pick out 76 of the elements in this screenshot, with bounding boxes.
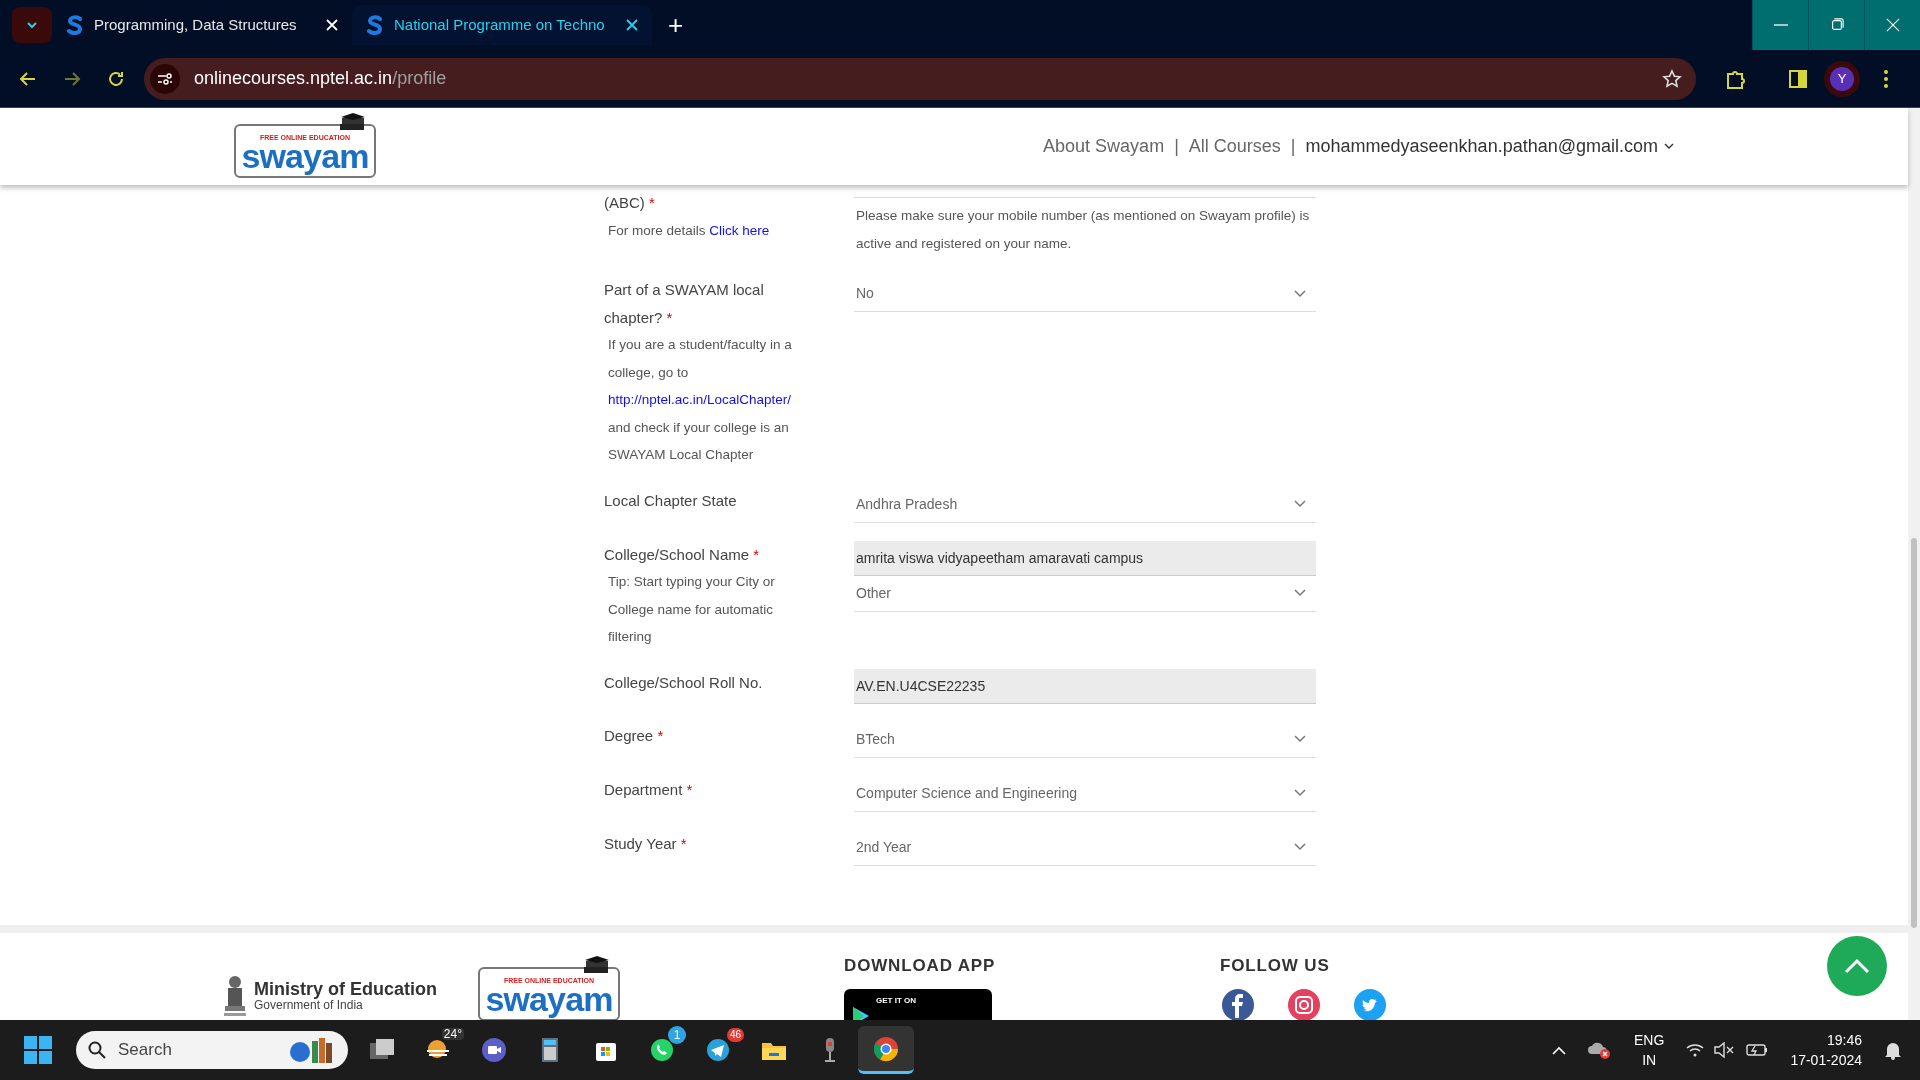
- twitter-icon[interactable]: [1354, 988, 1386, 1020]
- info-note: Please make sure your mobile number (as mentioned on Swayam profile) is active and registered on your name.: [854, 197, 1316, 258]
- scrollbar-thumb[interactable]: [1911, 538, 1917, 928]
- chevron-up-icon: [1844, 958, 1870, 974]
- menu-icon[interactable]: [1884, 69, 1888, 88]
- help-text: For more details Click here: [607, 221, 771, 240]
- close-icon: [1885, 18, 1900, 32]
- emblem-icon: [222, 973, 248, 1018]
- wifi-icon[interactable]: [1686, 1043, 1705, 1057]
- minimize-icon: [1773, 24, 1788, 26]
- site-icon: [366, 15, 384, 35]
- instagram-icon[interactable]: [1288, 988, 1320, 1020]
- chevron-icon: [1294, 843, 1306, 851]
- field-label: Local Chapter State: [604, 490, 738, 511]
- restore-icon: [1829, 18, 1844, 32]
- close-icon[interactable]: [626, 19, 638, 31]
- chrome-icon[interactable]: [858, 1026, 914, 1074]
- search-icon: [88, 1041, 106, 1059]
- help-text: Tip: Start typing your City or College name for automatic filtering: [607, 573, 776, 646]
- field-label: (ABC) *: [604, 193, 656, 213]
- select-field[interactable]: No: [854, 276, 1316, 312]
- start-icon[interactable]: [24, 1036, 52, 1064]
- notification-icon[interactable]: [1884, 1040, 1902, 1060]
- chevron-icon: [1294, 735, 1306, 743]
- section-heading: FOLLOW US: [1220, 955, 1331, 977]
- google-play-badge[interactable]: GET IT ON: [844, 988, 992, 1020]
- select-field[interactable]: Andhra Pradesh: [854, 486, 1316, 523]
- mute-icon[interactable]: [1714, 1042, 1735, 1058]
- field-label: College/School Roll No.: [604, 672, 764, 693]
- section-heading: DOWNLOAD APP: [844, 955, 997, 977]
- profile-avatar[interactable]: Y: [1830, 66, 1854, 91]
- select-field[interactable]: BTech: [854, 721, 1316, 758]
- chevron-icon: [1294, 589, 1306, 597]
- side-panel-icon[interactable]: [1788, 68, 1808, 89]
- site-icon: [66, 15, 84, 35]
- facebook-icon[interactable]: [1222, 988, 1254, 1020]
- chevron-icon: [1664, 143, 1674, 150]
- field-label: Department *: [604, 779, 694, 800]
- help-text: and check if your college is an SWAYAM Local Chapter: [607, 418, 790, 464]
- scroll-to-top-button[interactable]: [1827, 936, 1887, 996]
- field-label: Study Year *: [604, 833, 688, 854]
- help-link[interactable]: Click here: [709, 222, 770, 238]
- nav-link[interactable]: All Courses: [1188, 133, 1281, 160]
- url-text: onlinecourses.nptel.ac.in/profile: [194, 67, 448, 90]
- text-input[interactable]: amrita viswa vidyapeetham amaravati campus: [854, 540, 1316, 576]
- new-tab-button[interactable]: +: [668, 12, 684, 38]
- field-label: Part of a SWAYAM local chapter? *: [604, 280, 765, 328]
- restore-button[interactable]: [1808, 0, 1864, 50]
- select-field[interactable]: 2nd Year: [854, 829, 1316, 866]
- help-link[interactable]: http://nptel.ac.in/LocalChapter/: [608, 386, 792, 414]
- chevron-up-icon[interactable]: [1552, 1045, 1567, 1055]
- nav-separator: |: [1290, 135, 1296, 158]
- clock[interactable]: 19:46 17-01-2024: [1790, 1030, 1862, 1070]
- language-indicator[interactable]: ENG IN: [1634, 1030, 1665, 1070]
- chevron-icon: [1294, 500, 1306, 508]
- account-menu[interactable]: mohammedyaseenkhan.pathan@gmail.com: [1305, 133, 1674, 160]
- text-input[interactable]: AV.EN.U4CSE22235: [854, 668, 1316, 704]
- nav-separator: |: [1174, 135, 1179, 158]
- address-bar[interactable]: onlinecourses.nptel.ac.in/profile: [144, 57, 1696, 100]
- browser-tab[interactable]: National Programme on Techno: [352, 5, 652, 45]
- cloud-error-icon[interactable]: [1588, 1040, 1613, 1060]
- taskbar-search[interactable]: Search: [76, 1031, 348, 1069]
- ministry-subtitle: Government of India: [254, 999, 364, 1013]
- battery-icon[interactable]: [1746, 1043, 1769, 1057]
- field-label: Degree *: [604, 725, 665, 746]
- chevron-icon: [1294, 289, 1306, 298]
- site-settings-icon[interactable]: [150, 63, 180, 94]
- select-field[interactable]: Other: [854, 575, 1316, 612]
- chevron-icon: [1294, 789, 1306, 797]
- nav-link[interactable]: About Swayam: [1043, 133, 1165, 160]
- help-text: If you are a student/faculty in a college, go to: [607, 336, 793, 382]
- select-field[interactable]: Computer Science and Engineering: [854, 775, 1316, 812]
- logo-wordmark: swayam: [485, 982, 613, 1016]
- field-label: College/School Name *: [604, 544, 761, 565]
- ministry-name: Ministry of Education: [254, 979, 437, 1000]
- bookmark-star-icon[interactable]: [1662, 68, 1682, 89]
